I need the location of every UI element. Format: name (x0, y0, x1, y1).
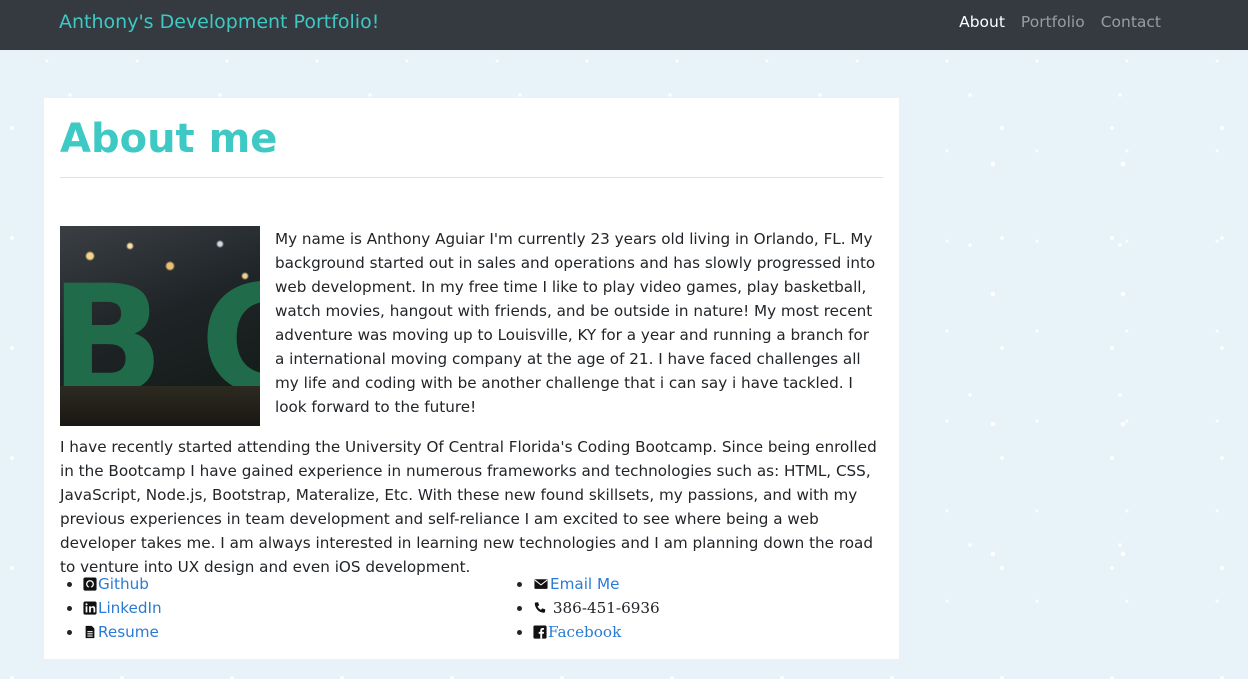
page-title: About me (60, 116, 278, 162)
title-divider (60, 177, 883, 178)
github-link[interactable]: Github (83, 575, 149, 593)
list-item: Resume (83, 620, 510, 644)
linkedin-icon (83, 601, 97, 615)
phone-number: 386-451-6936 (533, 599, 660, 617)
list-item: 386-451-6936 (533, 596, 660, 620)
contact-links: Github LinkedIn (60, 572, 883, 644)
bio-section: B G My name is Anthony Aguiar I'm curren… (60, 226, 883, 595)
brand-link[interactable]: Anthony's Development Portfolio! (59, 11, 379, 33)
list-item: Email Me (533, 572, 660, 596)
bio-paragraph-2: I have recently started attending the Un… (60, 438, 877, 576)
list-item: Facebook (533, 620, 660, 644)
links-right-list: Email Me 386-451-6936 Facebook (510, 572, 660, 644)
resume-link[interactable]: Resume (83, 623, 159, 641)
nav-link-about[interactable]: About (959, 13, 1005, 31)
list-item: LinkedIn (83, 596, 510, 620)
links-left-list: Github LinkedIn (60, 572, 510, 644)
email-link[interactable]: Email Me (533, 575, 619, 593)
profile-photo: B G (60, 226, 260, 426)
facebook-link[interactable]: Facebook (533, 623, 621, 641)
nav-link-portfolio[interactable]: Portfolio (1021, 13, 1085, 31)
phone-icon (534, 602, 546, 613)
navbar: Anthony's Development Portfolio! About P… (0, 0, 1248, 50)
file-icon (85, 625, 95, 639)
about-card: About me B G My name is Anthony Aguiar I… (44, 98, 899, 659)
linkedin-link[interactable]: LinkedIn (83, 599, 162, 617)
facebook-icon (533, 625, 547, 639)
nav-link-contact[interactable]: Contact (1101, 13, 1161, 31)
github-icon (83, 577, 97, 591)
list-item: Github (83, 572, 510, 596)
envelope-icon (534, 579, 548, 589)
nav-links: About Portfolio Contact (959, 13, 1161, 31)
